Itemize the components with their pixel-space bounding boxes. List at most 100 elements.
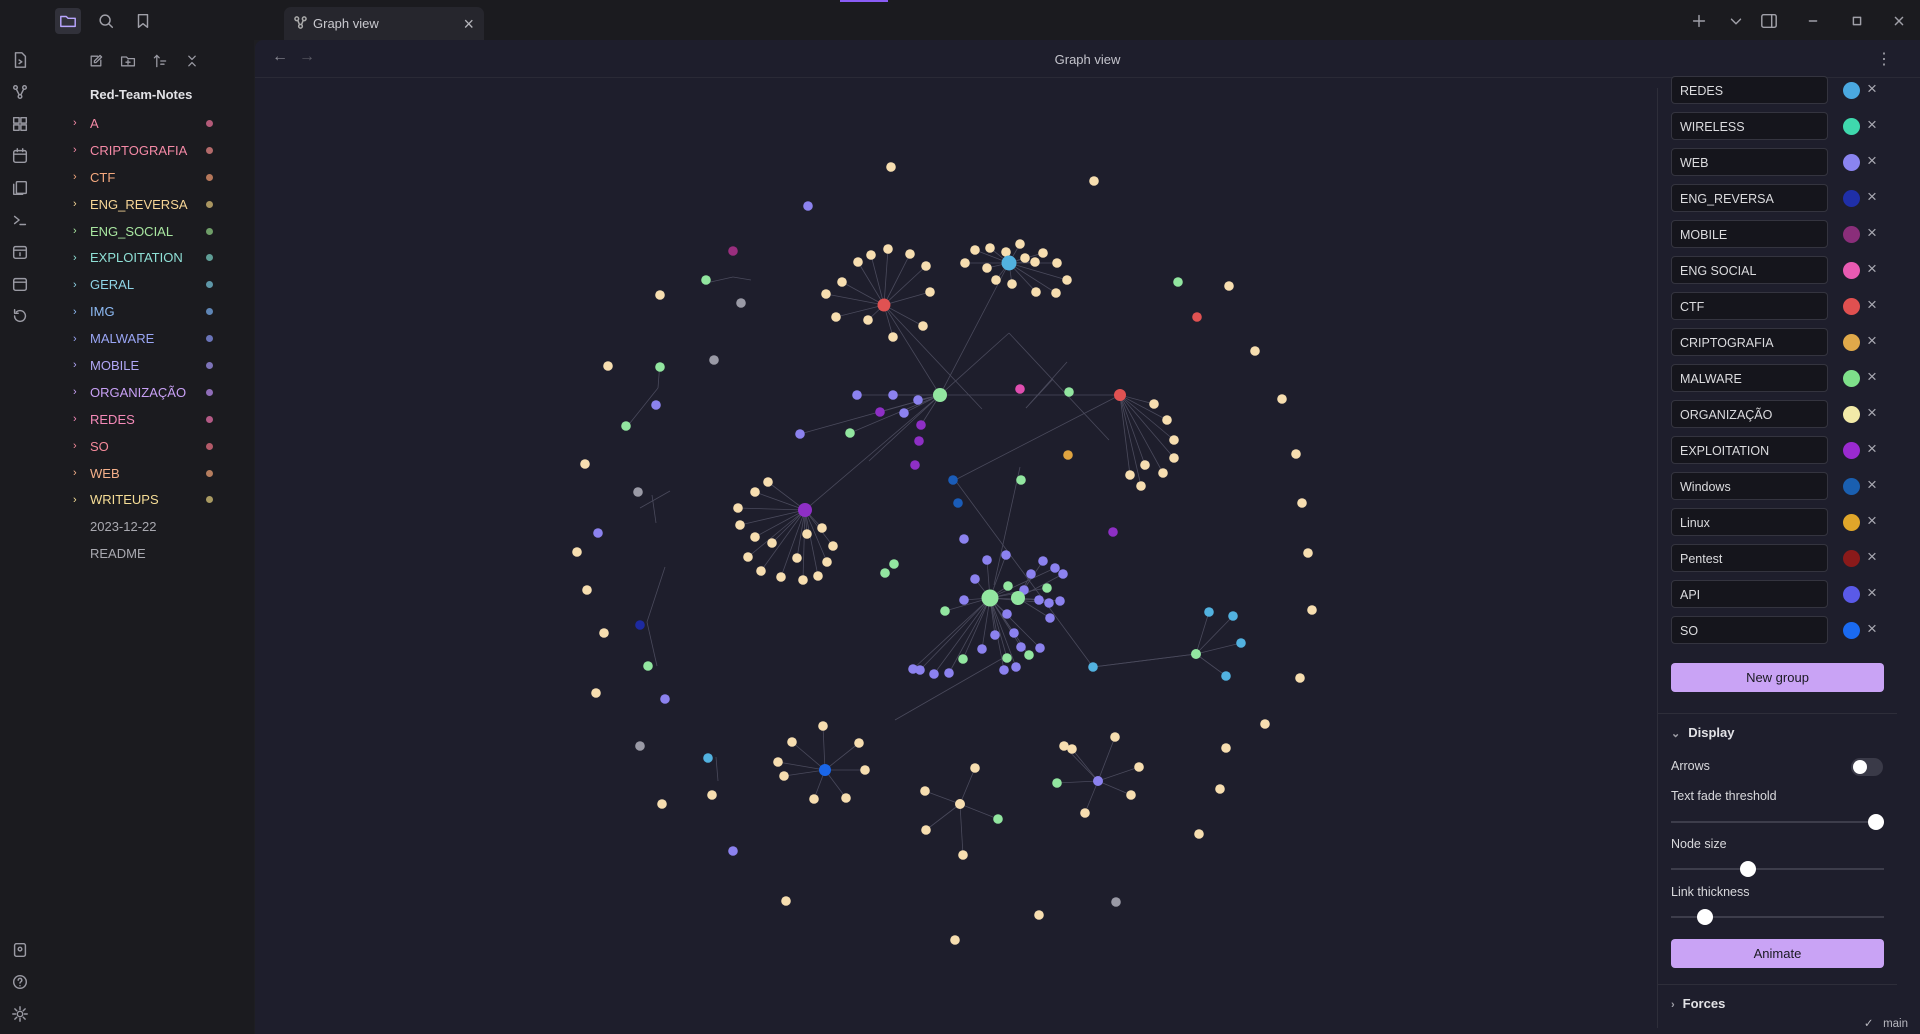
graph-node[interactable]: [776, 572, 786, 582]
graph-node[interactable]: [921, 261, 931, 271]
new-folder-icon[interactable]: [117, 50, 139, 72]
graph-node[interactable]: [822, 557, 832, 567]
folder-item[interactable]: › ENG_SOCIAL: [40, 218, 254, 245]
graph-node[interactable]: [593, 528, 603, 538]
minimize-icon[interactable]: [1800, 8, 1826, 34]
graph-node[interactable]: [1173, 277, 1183, 287]
graph-node[interactable]: [763, 477, 773, 487]
graph-node[interactable]: [1169, 453, 1179, 463]
delete-group-icon[interactable]: ×: [1867, 403, 1877, 423]
graph-node[interactable]: [1277, 394, 1287, 404]
node-size-slider[interactable]: [1671, 861, 1884, 877]
graph-node[interactable]: [635, 741, 645, 751]
graph-node[interactable]: [875, 407, 885, 417]
delete-group-icon[interactable]: ×: [1867, 151, 1877, 171]
graph-node[interactable]: [633, 487, 643, 497]
graph-node[interactable]: [950, 935, 960, 945]
graph-node[interactable]: [1044, 598, 1054, 608]
graph-node[interactable]: [918, 321, 928, 331]
delete-group-icon[interactable]: ×: [1867, 547, 1877, 567]
graph-node[interactable]: [1035, 643, 1045, 653]
graph-node[interactable]: [1215, 784, 1225, 794]
text-fade-slider[interactable]: [1671, 814, 1884, 830]
graph-node[interactable]: [795, 429, 805, 439]
graph-node[interactable]: [1297, 498, 1307, 508]
graph-node[interactable]: [958, 654, 968, 664]
help-icon[interactable]: [8, 970, 32, 994]
graph-node[interactable]: [582, 585, 592, 595]
graph-node[interactable]: [1058, 569, 1068, 579]
group-query-input[interactable]: REDES: [1671, 76, 1828, 104]
graph-node[interactable]: [910, 460, 920, 470]
graph-node[interactable]: [1114, 389, 1126, 401]
graph-node[interactable]: [821, 289, 831, 299]
graph-node[interactable]: [1134, 762, 1144, 772]
graph-node[interactable]: [1192, 312, 1202, 322]
graph-node[interactable]: [818, 721, 828, 731]
graph-node[interactable]: [913, 395, 923, 405]
calendar-alt-icon[interactable]: [8, 272, 32, 296]
graph-node[interactable]: [1295, 673, 1305, 683]
graph-node[interactable]: [1110, 732, 1120, 742]
folder-item[interactable]: › GERAL: [40, 271, 254, 298]
graph-node[interactable]: [707, 790, 717, 800]
graph-node[interactable]: [1158, 468, 1168, 478]
graph-node[interactable]: [944, 668, 954, 678]
graph-node[interactable]: [1016, 642, 1026, 652]
graph-node[interactable]: [1169, 435, 1179, 445]
graph-node[interactable]: [773, 757, 783, 767]
vault-switcher-icon[interactable]: [8, 938, 32, 962]
graph-node[interactable]: [1015, 239, 1025, 249]
graph-node[interactable]: [1162, 415, 1172, 425]
graph-node[interactable]: [828, 541, 838, 551]
graph-node[interactable]: [853, 257, 863, 267]
graph-node[interactable]: [982, 263, 992, 273]
group-query-input[interactable]: ENG_REVERSA: [1671, 184, 1828, 212]
group-query-input[interactable]: Windows: [1671, 472, 1828, 500]
graph-node[interactable]: [1126, 790, 1136, 800]
graph-node[interactable]: [655, 290, 665, 300]
graph-node[interactable]: [993, 814, 1003, 824]
file-explorer-icon[interactable]: [55, 8, 81, 34]
graph-node[interactable]: [899, 408, 909, 418]
graph-node[interactable]: [709, 355, 719, 365]
graph-node[interactable]: [1024, 650, 1034, 660]
graph-node[interactable]: [1303, 548, 1313, 558]
graph-node[interactable]: [798, 503, 812, 517]
graph-node[interactable]: [1045, 613, 1055, 623]
graph-node[interactable]: [948, 475, 958, 485]
graph-node[interactable]: [779, 771, 789, 781]
graph-node[interactable]: [889, 559, 899, 569]
file-item[interactable]: 2023-12-22: [40, 513, 254, 540]
folder-item[interactable]: › CRIPTOGRAFIA: [40, 137, 254, 164]
bookmarks-icon[interactable]: [130, 8, 156, 34]
calendar-icon[interactable]: [8, 240, 32, 264]
graph-node[interactable]: [728, 246, 738, 256]
graph-node[interactable]: [1080, 808, 1090, 818]
graph-node[interactable]: [854, 738, 864, 748]
terminal-icon[interactable]: [8, 208, 32, 232]
group-color-swatch[interactable]: [1843, 550, 1860, 567]
graph-node[interactable]: [655, 362, 665, 372]
graph-node[interactable]: [1002, 653, 1012, 663]
group-query-input[interactable]: Pentest: [1671, 544, 1828, 572]
graph-node[interactable]: [831, 312, 841, 322]
graph-node[interactable]: [1015, 384, 1025, 394]
delete-group-icon[interactable]: ×: [1867, 367, 1877, 387]
group-query-input[interactable]: SO: [1671, 616, 1828, 644]
graph-node[interactable]: [999, 665, 1009, 675]
graph-node[interactable]: [1059, 741, 1069, 751]
graph-node[interactable]: [643, 661, 653, 671]
graph-node[interactable]: [792, 553, 802, 563]
group-color-swatch[interactable]: [1843, 82, 1860, 99]
graph-node[interactable]: [817, 523, 827, 533]
graph-node[interactable]: [750, 487, 760, 497]
more-options-icon[interactable]: ⋮: [1876, 49, 1892, 69]
animate-button[interactable]: Animate: [1671, 939, 1884, 968]
graph-node[interactable]: [1136, 481, 1146, 491]
graph-node[interactable]: [982, 555, 992, 565]
graph-node[interactable]: [959, 534, 969, 544]
graph-node[interactable]: [798, 575, 808, 585]
graph-node[interactable]: [841, 793, 851, 803]
graph-node[interactable]: [1038, 248, 1048, 258]
